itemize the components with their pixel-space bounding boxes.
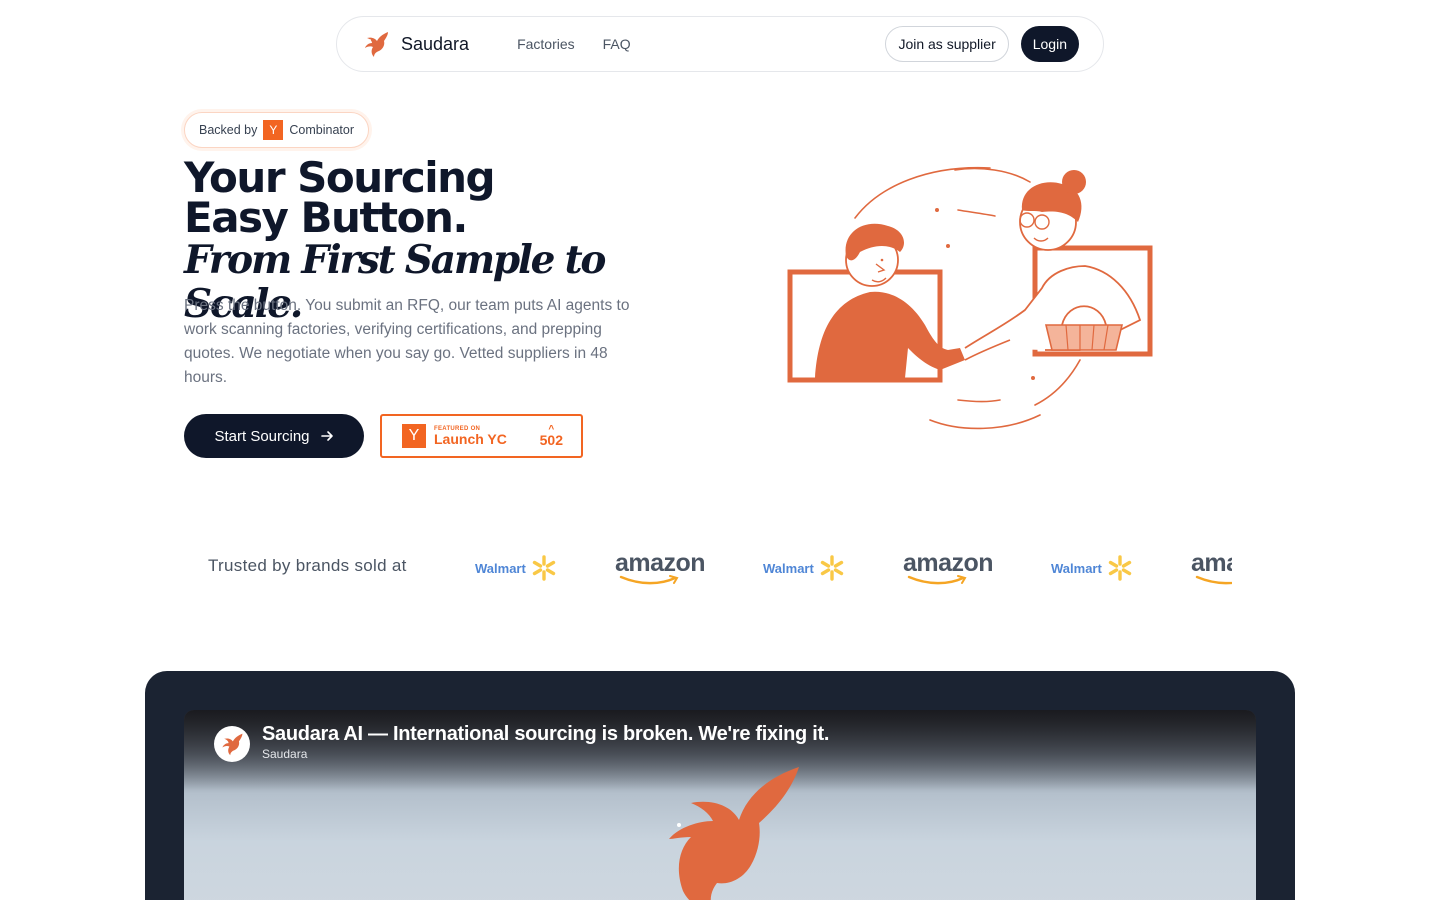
brand[interactable]: Saudara bbox=[361, 29, 469, 59]
arrow-right-icon bbox=[320, 431, 333, 441]
nav-actions: Join as supplier Login bbox=[885, 26, 1079, 62]
phoenix-logo-icon bbox=[361, 29, 391, 59]
hero-title-line-1: Your Sourcing bbox=[184, 153, 496, 202]
amazon-logo: amazon bbox=[903, 540, 994, 596]
nav-links: Factories FAQ bbox=[517, 36, 631, 52]
amazon-logo-text: amazon bbox=[1191, 549, 1232, 577]
launch-yc-label: Launch YC bbox=[434, 431, 507, 447]
phoenix-logo-icon bbox=[669, 767, 799, 900]
video-player[interactable]: Saudara AI — International sourcing is b… bbox=[184, 710, 1256, 900]
video-title[interactable]: Saudara AI — International sourcing is b… bbox=[262, 723, 829, 746]
yc-logo-icon: Y bbox=[402, 424, 426, 448]
walmart-logo-text: Walmart bbox=[475, 560, 526, 576]
vote-count: 502 bbox=[539, 432, 563, 448]
walmart-logo: Walmart bbox=[763, 540, 846, 596]
walmart-spark-icon bbox=[532, 555, 556, 581]
brand-logos-marquee: Walmart amazon Walmart amazon Walmart am… bbox=[470, 540, 1232, 596]
join-supplier-button[interactable]: Join as supplier bbox=[885, 26, 1009, 62]
walmart-logo-text: Walmart bbox=[1051, 560, 1102, 576]
login-button[interactable]: Login bbox=[1020, 26, 1079, 62]
launch-yc-votes: ^ 502 bbox=[539, 425, 563, 448]
backed-by-badge[interactable]: Backed by Y Combinator bbox=[184, 112, 369, 148]
start-sourcing-button[interactable]: Start Sourcing bbox=[184, 414, 364, 458]
nav-link-faq[interactable]: FAQ bbox=[603, 36, 631, 52]
walmart-spark-icon bbox=[820, 555, 844, 581]
start-sourcing-label: Start Sourcing bbox=[214, 427, 310, 445]
amazon-smile-icon bbox=[1195, 575, 1232, 585]
amazon-logo: amazon bbox=[615, 540, 706, 596]
yc-logo-icon: Y bbox=[263, 120, 284, 140]
amazon-smile-icon bbox=[619, 575, 679, 585]
badge-prefix: Backed by bbox=[199, 123, 258, 137]
hero-description: Press the button. You submit an RFQ, our… bbox=[184, 297, 630, 386]
badge-suffix: Combinator bbox=[289, 123, 354, 137]
hero-title-line-2: Easy Button. bbox=[184, 193, 468, 242]
brand-name: Saudara bbox=[401, 33, 470, 54]
launch-yc-badge[interactable]: Y FEATURED ON Launch YC ^ 502 bbox=[380, 414, 583, 458]
amazon-logo: amazon bbox=[1191, 540, 1232, 596]
top-nav: Saudara Factories FAQ Join as supplier L… bbox=[336, 16, 1104, 72]
walmart-logo: Walmart bbox=[1051, 540, 1134, 596]
channel-avatar[interactable] bbox=[214, 726, 250, 762]
amazon-logo-text: amazon bbox=[903, 549, 994, 577]
amazon-logo-text: amazon bbox=[615, 549, 706, 577]
video-channel[interactable]: Saudara bbox=[262, 747, 307, 761]
walmart-logo-text: Walmart bbox=[763, 560, 814, 576]
trusted-label: Trusted by brands sold at bbox=[208, 556, 407, 575]
phoenix-logo-icon bbox=[222, 733, 243, 756]
nav-link-factories[interactable]: Factories bbox=[517, 36, 575, 52]
launch-yc-text: FEATURED ON Launch YC bbox=[434, 426, 507, 446]
walmart-logo: Walmart bbox=[475, 540, 558, 596]
amazon-smile-icon bbox=[907, 575, 967, 585]
walmart-spark-icon bbox=[1108, 555, 1132, 581]
handshake-illustration bbox=[787, 166, 1153, 430]
